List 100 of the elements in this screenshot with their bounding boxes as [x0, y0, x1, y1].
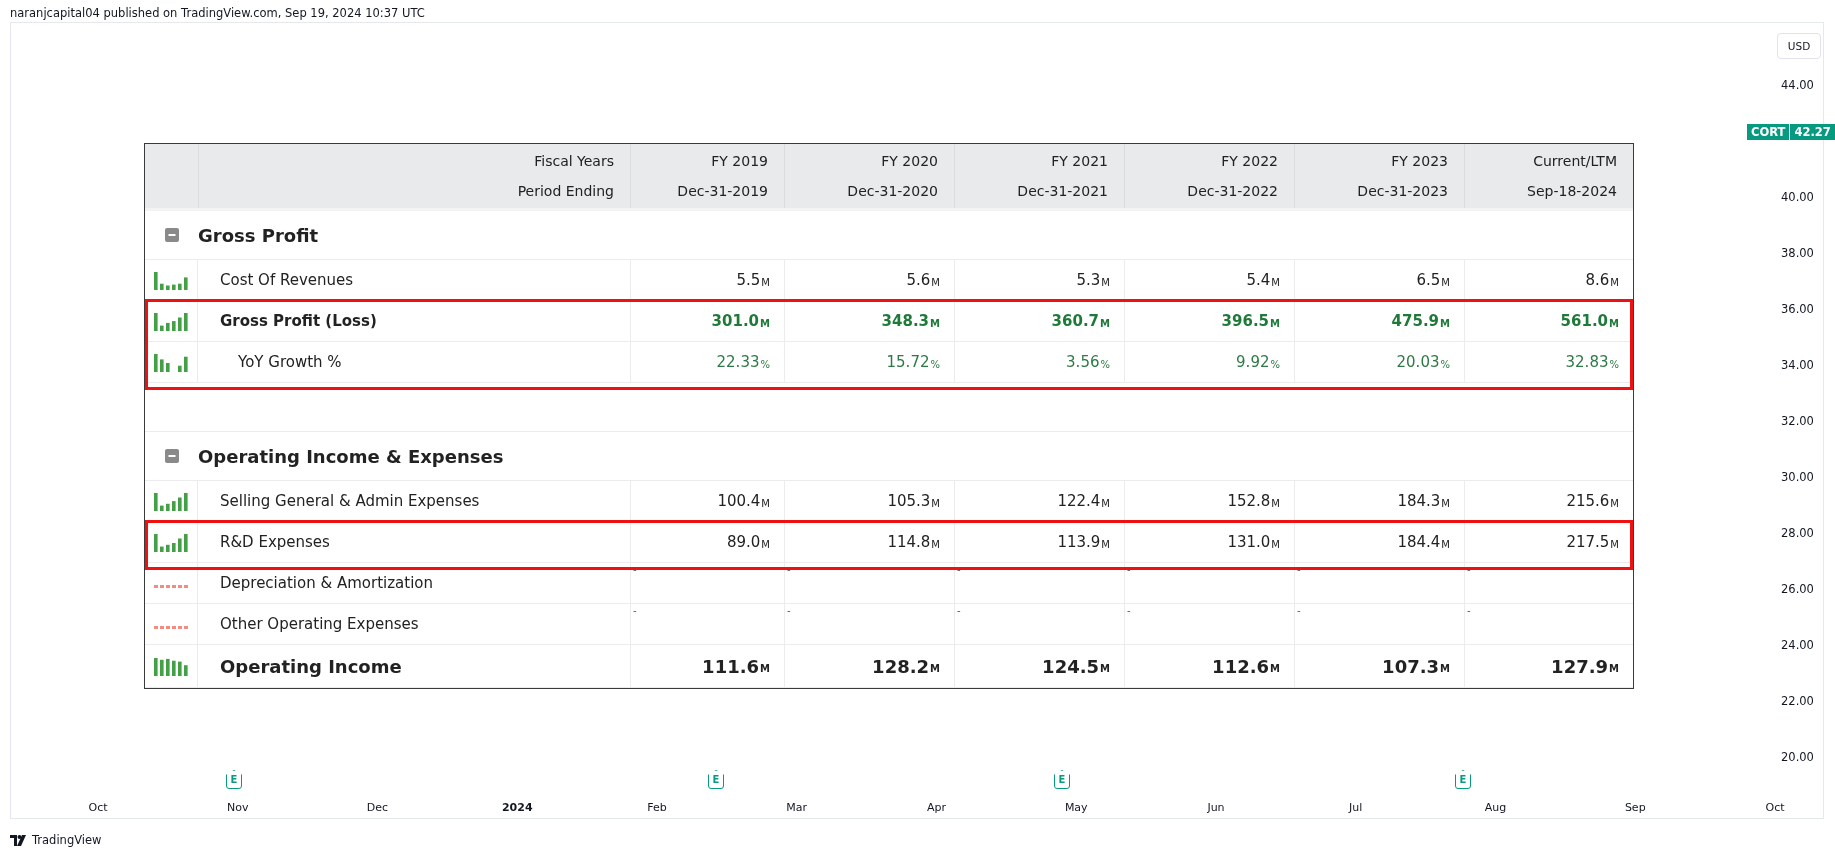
table-cell: - [1464, 563, 1633, 603]
table-cell: 113.9M [954, 522, 1124, 562]
table-cell: 128.2 M [784, 645, 954, 687]
column-header: FY 2020 [881, 153, 938, 169]
column-header: Dec-31-2019 [677, 183, 768, 199]
column-header: Fiscal Years [534, 153, 614, 169]
table-cell: 217.5 M [1464, 522, 1633, 562]
brand-name: TradingView [32, 833, 102, 847]
table-cell: - [1124, 563, 1294, 603]
table-cell: - [1294, 604, 1464, 644]
column-header: Sep-18-2024 [1527, 183, 1617, 199]
table-cell: 215.6M [1464, 481, 1633, 521]
table-cell: - [954, 563, 1124, 603]
price-label: 30.00 [1781, 470, 1814, 484]
time-label: Oct [88, 801, 108, 815]
table-cell: - [784, 563, 954, 603]
row-label: Selling General & Admin Expenses [219, 492, 481, 510]
price-label: 36.00 [1781, 302, 1814, 316]
table-cell: 301.0M [630, 301, 784, 341]
table-cell: 22.33% [630, 342, 784, 382]
row-label: Gross Profit (Loss) [219, 312, 378, 330]
table-cell: 112.6 M [1124, 645, 1294, 687]
table-cell: - [1294, 563, 1464, 603]
time-label: Apr [927, 801, 946, 815]
row-label: YoY Growth % [237, 353, 343, 371]
table-cell: - [784, 604, 954, 644]
publish-info: naranjcapital04 published on TradingView.com, Sep 19, 2024 10:37 UTC [10, 6, 425, 20]
column-header: Dec-31-2021 [1017, 183, 1108, 199]
price-label: 20.00 [1781, 750, 1814, 764]
time-label: Jun [1207, 801, 1225, 815]
time-label: Nov [227, 801, 249, 815]
table-cell: 184.3 M [1294, 481, 1464, 521]
table-cell: 360.7 M [954, 301, 1124, 341]
price-label: 32.00 [1781, 414, 1814, 428]
time-label: Oct [1765, 801, 1785, 815]
table-cell: 348.3 M [784, 301, 954, 341]
time-label: Mar [786, 801, 808, 815]
table-cell: 114.8M [784, 522, 954, 562]
table-cell: 105.3 M [784, 481, 954, 521]
column-header: FY 2021 [1051, 153, 1108, 169]
column-header: Current/LTM [1533, 153, 1617, 169]
price-label: 38.00 [1781, 246, 1814, 260]
row-label: Operating Income [219, 655, 403, 677]
column-header: Dec-31-2023 [1357, 183, 1448, 199]
time-label: Sep [1624, 801, 1646, 815]
table-cell: 8.6M [1464, 260, 1633, 300]
section-title: Operating Income & Expenses [198, 445, 505, 467]
row-label: Other Operating Expenses [219, 615, 420, 633]
column-header: Dec-31-2020 [847, 183, 938, 199]
table-cell: 5.6M [784, 260, 954, 300]
price-label: 24.00 [1781, 638, 1814, 652]
collapse-icon[interactable] [163, 227, 180, 243]
column-header: Period Ending [517, 183, 614, 199]
price-label: 44.00 [1781, 78, 1814, 92]
column-header: FY 2019 [711, 153, 768, 169]
column-header: FY 2022 [1221, 153, 1278, 169]
table-cell: - [630, 604, 784, 644]
table-cell: - [1464, 604, 1633, 644]
table-cell: 20.03% [1294, 342, 1464, 382]
table-cell: 9.92% [1124, 342, 1294, 382]
time-label: Dec [366, 801, 389, 815]
table-cell: 152.8M [1124, 481, 1294, 521]
price-label: 26.00 [1781, 582, 1814, 596]
table-cell: 184.4M [1294, 522, 1464, 562]
table-cell: - [1124, 604, 1294, 644]
table-cell: 5.3 M [954, 260, 1124, 300]
table-cell: 111.6 M [630, 645, 784, 687]
table-cell: 5.4M [1124, 260, 1294, 300]
table-cell: 561.0M [1464, 301, 1633, 341]
table-cell: - [954, 604, 1124, 644]
time-label: 2024 [501, 801, 533, 815]
table-cell: 6.5 M [1294, 260, 1464, 300]
table-cell: 89.0M [630, 522, 784, 562]
symbol-tag: CORT [1747, 124, 1790, 141]
time-label: Jul [1349, 801, 1363, 815]
table-cell: 107.3 M [1294, 645, 1464, 687]
currency-button[interactable]: USD [1777, 33, 1821, 59]
table-cell: 124.5 M [954, 645, 1124, 687]
table-cell: 32.83% [1464, 342, 1633, 382]
table-cell: 100.4M [630, 481, 784, 521]
column-header: FY 2023 [1391, 153, 1448, 169]
row-label: Depreciation & Amortization [219, 574, 434, 592]
time-label: May [1064, 801, 1088, 815]
price-label: 22.00 [1781, 694, 1814, 708]
table-cell: 127.9 M [1464, 645, 1633, 687]
collapse-icon[interactable] [163, 448, 180, 464]
column-header: Dec-31-2022 [1187, 183, 1278, 199]
time-label: Feb [647, 801, 667, 815]
row-label: R&D Expenses [219, 533, 331, 551]
price-label: 40.00 [1781, 190, 1814, 204]
price-label: 28.00 [1781, 526, 1814, 540]
section-title: Gross Profit [198, 224, 320, 246]
row-label: Cost Of Revenues [219, 271, 355, 289]
table-cell: 5.5 M [630, 260, 784, 300]
time-label: Aug [1484, 801, 1507, 815]
price-label: 34.00 [1781, 358, 1814, 372]
table-cell: 122.4M [954, 481, 1124, 521]
table-cell: 131.0M [1124, 522, 1294, 562]
price-tag: 42.27 [1790, 124, 1835, 141]
logo-icon [10, 834, 28, 846]
